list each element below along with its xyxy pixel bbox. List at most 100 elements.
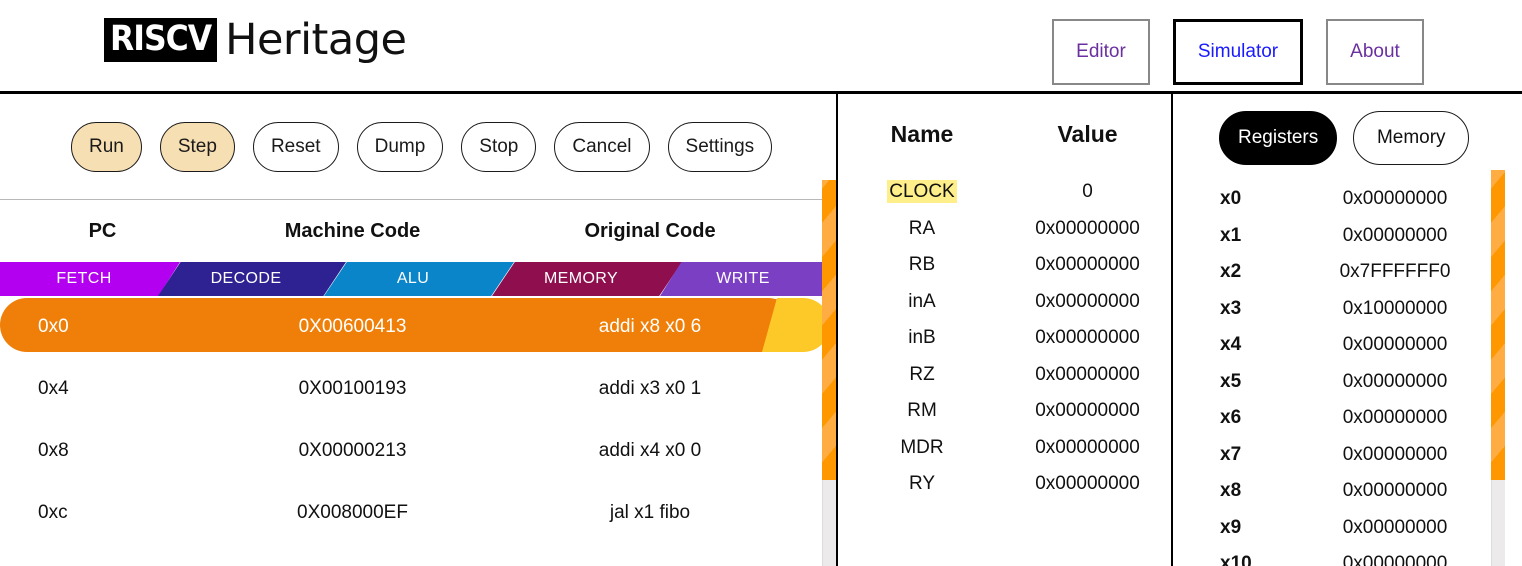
register-name: RZ xyxy=(909,363,935,385)
instruction-scrollbar-thumb[interactable] xyxy=(822,180,836,480)
app-header: RISCV Heritage Editor Simulator About xyxy=(0,0,1522,94)
simulator-toolbar: Run Step Reset Dump Stop Cancel Settings xyxy=(0,94,836,200)
xregister-value: 0x00000000 xyxy=(1342,480,1448,502)
register-value: 0x00000000 xyxy=(1035,217,1140,239)
xregister-name: x6 xyxy=(1220,407,1242,429)
register-value: 0x00000000 xyxy=(1035,473,1140,495)
list-item: x5 0x00000000 xyxy=(1175,364,1522,401)
xregister-name: x0 xyxy=(1220,188,1242,210)
list-item: RB 0x00000000 xyxy=(840,247,1171,284)
xregister-name: x4 xyxy=(1220,334,1242,356)
pipeline-stage-memory: MEMORY xyxy=(492,262,682,296)
list-item: RZ 0x00000000 xyxy=(840,357,1171,394)
list-item: x10 0x00000000 xyxy=(1175,546,1522,566)
table-row[interactable]: 0x8 0X00000213 addi x4 x0 0 xyxy=(0,420,836,482)
nav-tab-editor[interactable]: Editor xyxy=(1052,19,1150,85)
registers-memory-tabs: Registers Memory xyxy=(1175,94,1522,165)
xregister-value: 0x00000000 xyxy=(1342,224,1448,246)
list-item: x0 0x00000000 xyxy=(1175,181,1522,218)
xregister-value: 0x7FFFFFF0 xyxy=(1339,261,1451,283)
row-machine-code: 0X00600413 xyxy=(298,316,407,337)
pipeline-stage-bar: FETCH DECODE ALU MEMORY WRITE xyxy=(0,262,836,296)
column-header-name: Name xyxy=(890,120,954,147)
step-button[interactable]: Step xyxy=(159,121,235,172)
registers-table-header: Name Value xyxy=(840,94,1171,174)
register-value: 0x00000000 xyxy=(1035,327,1140,349)
table-row[interactable]: 0xc 0X008000EF jal x1 fibo xyxy=(0,482,836,544)
run-button[interactable]: Run xyxy=(71,121,142,172)
stop-button[interactable]: Stop xyxy=(461,121,537,172)
nav-tab-simulator[interactable]: Simulator xyxy=(1173,19,1303,85)
row-machine-code: 0X00000213 xyxy=(298,440,407,461)
xregister-value: 0x00000000 xyxy=(1342,188,1448,210)
list-item: x2 0x7FFFFFF0 xyxy=(1175,254,1522,291)
pipeline-stage-memory-label: MEMORY xyxy=(543,270,619,287)
xregister-value: 0x00000000 xyxy=(1342,553,1448,566)
list-item: x3 0x10000000 xyxy=(1175,291,1522,328)
pipeline-stage-write-label: WRITE xyxy=(716,270,770,287)
list-item: x7 0x00000000 xyxy=(1175,437,1522,474)
xregister-value: 0x00000000 xyxy=(1342,516,1448,538)
register-name-highlight: CLOCK xyxy=(887,180,957,204)
register-value: 0x00000000 xyxy=(1035,400,1140,422)
row-original-code: addi x4 x0 0 xyxy=(598,440,702,461)
register-name: RA xyxy=(908,217,936,239)
tab-registers[interactable]: Registers xyxy=(1219,111,1338,165)
row-original-code: jal x1 fibo xyxy=(609,502,691,523)
pipeline-stage-alu-label: ALU xyxy=(396,270,430,287)
settings-button[interactable]: Settings xyxy=(667,121,773,172)
row-pc: 0x8 xyxy=(38,440,69,461)
nav-tab-about[interactable]: About xyxy=(1326,19,1424,85)
instruction-table-header: PC Machine Code Original Code xyxy=(0,200,836,262)
list-item: x6 0x00000000 xyxy=(1175,400,1522,437)
pipeline-stage-fetch-label: FETCH xyxy=(56,270,112,287)
table-row[interactable]: 0x0 0X00600413 addi x8 x0 6 xyxy=(0,296,836,358)
column-header-original-code: Original Code xyxy=(584,219,716,242)
column-header-value: Value xyxy=(1057,120,1118,147)
xregister-value: 0x00000000 xyxy=(1342,370,1448,392)
register-value: 0x00000000 xyxy=(1035,363,1140,385)
xregister-name: x9 xyxy=(1220,516,1242,538)
pipeline-stage-decode: DECODE xyxy=(158,262,346,296)
list-item: RM 0x00000000 xyxy=(840,393,1171,430)
list-item: RY 0x00000000 xyxy=(840,466,1171,503)
register-name: RB xyxy=(908,254,936,276)
tab-memory[interactable]: Memory xyxy=(1353,111,1470,165)
instruction-panel: Run Step Reset Dump Stop Cancel Settings… xyxy=(0,94,838,566)
xregister-list: x0 0x00000000 x1 0x00000000 x2 0x7FFFFFF… xyxy=(1175,181,1522,566)
list-item: CLOCK 0 xyxy=(840,174,1171,211)
list-item: RA 0x00000000 xyxy=(840,211,1171,248)
register-name: inA xyxy=(908,290,936,312)
column-header-machine-code: Machine Code xyxy=(284,219,421,242)
brand-mark-riscv: RISCV xyxy=(104,18,218,62)
list-item: x9 0x00000000 xyxy=(1175,510,1522,547)
row-pc: 0x4 xyxy=(38,378,69,399)
xregister-name: x10 xyxy=(1220,553,1252,566)
pipeline-stage-alu: ALU xyxy=(324,262,514,296)
register-name: MDR xyxy=(900,436,944,458)
reset-button[interactable]: Reset xyxy=(252,121,339,172)
list-item: inB 0x00000000 xyxy=(840,320,1171,357)
dump-button[interactable]: Dump xyxy=(356,121,444,172)
instruction-list: 0x0 0X00600413 addi x8 x0 6 0x4 0X001001… xyxy=(0,296,836,544)
list-item: x4 0x00000000 xyxy=(1175,327,1522,364)
table-row[interactable]: 0x4 0X00100193 addi x3 x0 1 xyxy=(0,358,836,420)
column-header-pc: PC xyxy=(88,219,117,242)
cancel-button[interactable]: Cancel xyxy=(554,121,650,172)
register-name: RY xyxy=(908,473,936,495)
xregister-value: 0x10000000 xyxy=(1342,297,1448,319)
register-value: 0x00000000 xyxy=(1035,436,1140,458)
internal-registers-panel: Name Value CLOCK 0 RA 0x00000000 RB 0x00… xyxy=(840,94,1173,566)
pipeline-stage-decode-label: DECODE xyxy=(210,270,282,287)
xregister-scrollbar-thumb[interactable] xyxy=(1491,170,1505,480)
register-name: CLOCK xyxy=(840,180,1004,204)
register-value: 0x00000000 xyxy=(1035,290,1140,312)
main-nav: Editor Simulator About xyxy=(1052,19,1424,85)
xregister-name: x8 xyxy=(1220,480,1242,502)
xregister-name: x7 xyxy=(1220,443,1242,465)
register-value: 0x00000000 xyxy=(1035,254,1140,276)
register-name: RM xyxy=(907,400,937,422)
pipeline-stage-fetch: FETCH xyxy=(0,262,180,296)
register-value: 0 xyxy=(1082,181,1093,203)
list-item: x1 0x00000000 xyxy=(1175,218,1522,255)
